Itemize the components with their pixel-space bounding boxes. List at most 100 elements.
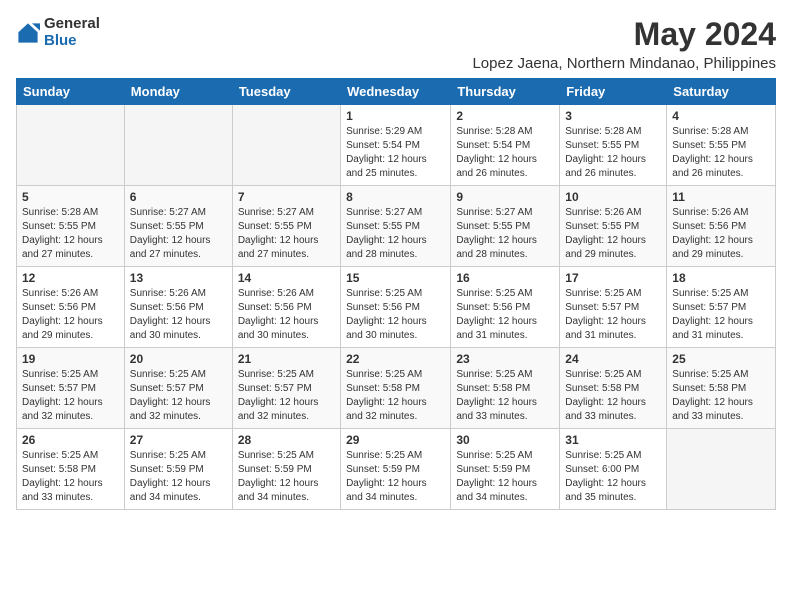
day-info: Sunrise: 5:27 AM Sunset: 5:55 PM Dayligh… (238, 206, 335, 262)
calendar-week-row: 12 Sunrise: 5:26 AM Sunset: 5:56 PM Dayli… (17, 267, 776, 348)
day-number: 10 (565, 190, 661, 204)
calendar-header-thursday: Thursday (451, 79, 560, 105)
day-info: Sunrise: 5:29 AM Sunset: 5:54 PM Dayligh… (346, 125, 445, 181)
calendar-week-row: 1 Sunrise: 5:29 AM Sunset: 5:54 PM Daylig… (17, 105, 776, 186)
day-number: 28 (238, 433, 335, 447)
calendar-cell: 20 Sunrise: 5:25 AM Sunset: 5:57 PM Dayli… (124, 348, 232, 429)
day-number: 8 (346, 190, 445, 204)
day-number: 6 (130, 190, 227, 204)
calendar-cell: 28 Sunrise: 5:25 AM Sunset: 5:59 PM Dayli… (232, 429, 340, 510)
day-number: 11 (672, 190, 770, 204)
day-number: 31 (565, 433, 661, 447)
day-info: Sunrise: 5:25 AM Sunset: 5:59 PM Dayligh… (130, 449, 227, 505)
day-number: 21 (238, 352, 335, 366)
day-number: 17 (565, 271, 661, 285)
calendar-cell: 21 Sunrise: 5:25 AM Sunset: 5:57 PM Dayli… (232, 348, 340, 429)
day-info: Sunrise: 5:28 AM Sunset: 5:55 PM Dayligh… (565, 125, 661, 181)
calendar-header-saturday: Saturday (667, 79, 776, 105)
day-info: Sunrise: 5:25 AM Sunset: 5:56 PM Dayligh… (346, 287, 445, 343)
calendar-table: SundayMondayTuesdayWednesdayThursdayFrid… (16, 78, 776, 510)
day-info: Sunrise: 5:25 AM Sunset: 5:57 PM Dayligh… (238, 368, 335, 424)
calendar-cell: 12 Sunrise: 5:26 AM Sunset: 5:56 PM Dayli… (17, 267, 125, 348)
calendar-cell: 13Sunrise: 5:26 AM Sunset: 5:56 PM Dayli… (124, 267, 232, 348)
day-info: Sunrise: 5:25 AM Sunset: 5:58 PM Dayligh… (565, 368, 661, 424)
day-number: 9 (456, 190, 554, 204)
calendar-cell: 6 Sunrise: 5:27 AM Sunset: 5:55 PM Daylig… (124, 186, 232, 267)
calendar-week-row: 26Sunrise: 5:25 AM Sunset: 5:58 PM Dayli… (17, 429, 776, 510)
logo-blue-text: Blue (44, 33, 100, 50)
calendar-cell: 29 Sunrise: 5:25 AM Sunset: 5:59 PM Dayli… (341, 429, 451, 510)
day-number: 24 (565, 352, 661, 366)
calendar-week-row: 19Sunrise: 5:25 AM Sunset: 5:57 PM Dayli… (17, 348, 776, 429)
logo-icon (16, 21, 40, 45)
day-info: Sunrise: 5:26 AM Sunset: 5:56 PM Dayligh… (130, 287, 227, 343)
day-info: Sunrise: 5:28 AM Sunset: 5:55 PM Dayligh… (22, 206, 119, 262)
day-number: 20 (130, 352, 227, 366)
day-number: 30 (456, 433, 554, 447)
calendar-cell: 8 Sunrise: 5:27 AM Sunset: 5:55 PM Daylig… (341, 186, 451, 267)
day-info: Sunrise: 5:26 AM Sunset: 5:56 PM Dayligh… (22, 287, 119, 343)
calendar-header-monday: Monday (124, 79, 232, 105)
calendar-cell (17, 105, 125, 186)
day-number: 12 (22, 271, 119, 285)
calendar-header-sunday: Sunday (17, 79, 125, 105)
day-number: 22 (346, 352, 445, 366)
day-number: 5 (22, 190, 119, 204)
day-info: Sunrise: 5:25 AM Sunset: 5:57 PM Dayligh… (22, 368, 119, 424)
calendar-header-tuesday: Tuesday (232, 79, 340, 105)
day-info: Sunrise: 5:26 AM Sunset: 5:56 PM Dayligh… (238, 287, 335, 343)
calendar-cell: 31Sunrise: 5:25 AM Sunset: 6:00 PM Dayli… (560, 429, 667, 510)
day-info: Sunrise: 5:27 AM Sunset: 5:55 PM Dayligh… (456, 206, 554, 262)
day-info: Sunrise: 5:28 AM Sunset: 5:55 PM Dayligh… (672, 125, 770, 181)
calendar-cell: 16 Sunrise: 5:25 AM Sunset: 5:56 PM Dayli… (451, 267, 560, 348)
calendar-cell: 19Sunrise: 5:25 AM Sunset: 5:57 PM Dayli… (17, 348, 125, 429)
day-info: Sunrise: 5:27 AM Sunset: 5:55 PM Dayligh… (346, 206, 445, 262)
day-info: Sunrise: 5:27 AM Sunset: 5:55 PM Dayligh… (130, 206, 227, 262)
day-number: 4 (672, 109, 770, 123)
calendar-cell: 30 Sunrise: 5:25 AM Sunset: 5:59 PM Dayli… (451, 429, 560, 510)
title-section: May 2024 Lopez Jaena, Northern Mindanao,… (472, 16, 776, 72)
day-number: 25 (672, 352, 770, 366)
day-number: 27 (130, 433, 227, 447)
day-number: 18 (672, 271, 770, 285)
calendar-week-row: 5 Sunrise: 5:28 AM Sunset: 5:55 PM Daylig… (17, 186, 776, 267)
day-info: Sunrise: 5:25 AM Sunset: 5:58 PM Dayligh… (346, 368, 445, 424)
calendar-cell: 3 Sunrise: 5:28 AM Sunset: 5:55 PM Daylig… (560, 105, 667, 186)
calendar-cell: 17Sunrise: 5:25 AM Sunset: 5:57 PM Dayli… (560, 267, 667, 348)
calendar-title: May 2024 (472, 16, 776, 53)
calendar-cell: 1 Sunrise: 5:29 AM Sunset: 5:54 PM Daylig… (341, 105, 451, 186)
calendar-cell: 11 Sunrise: 5:26 AM Sunset: 5:56 PM Dayli… (667, 186, 776, 267)
day-info: Sunrise: 5:28 AM Sunset: 5:54 PM Dayligh… (456, 125, 554, 181)
day-info: Sunrise: 5:26 AM Sunset: 5:55 PM Dayligh… (565, 206, 661, 262)
calendar-cell: 2 Sunrise: 5:28 AM Sunset: 5:54 PM Daylig… (451, 105, 560, 186)
calendar-cell: 4 Sunrise: 5:28 AM Sunset: 5:55 PM Daylig… (667, 105, 776, 186)
day-number: 23 (456, 352, 554, 366)
day-info: Sunrise: 5:26 AM Sunset: 5:56 PM Dayligh… (672, 206, 770, 262)
day-number: 1 (346, 109, 445, 123)
calendar-header-row: SundayMondayTuesdayWednesdayThursdayFrid… (17, 79, 776, 105)
day-info: Sunrise: 5:25 AM Sunset: 5:57 PM Dayligh… (130, 368, 227, 424)
calendar-cell (232, 105, 340, 186)
logo-text: General Blue (44, 16, 100, 49)
day-number: 29 (346, 433, 445, 447)
day-info: Sunrise: 5:25 AM Sunset: 5:58 PM Dayligh… (672, 368, 770, 424)
calendar-cell: 15 Sunrise: 5:25 AM Sunset: 5:56 PM Dayli… (341, 267, 451, 348)
calendar-cell: 7Sunrise: 5:27 AM Sunset: 5:55 PM Daylig… (232, 186, 340, 267)
day-number: 2 (456, 109, 554, 123)
day-number: 3 (565, 109, 661, 123)
calendar-cell: 9 Sunrise: 5:27 AM Sunset: 5:55 PM Daylig… (451, 186, 560, 267)
logo-general-text: General (44, 16, 100, 33)
day-number: 14 (238, 271, 335, 285)
calendar-cell: 23Sunrise: 5:25 AM Sunset: 5:58 PM Dayli… (451, 348, 560, 429)
day-number: 15 (346, 271, 445, 285)
calendar-cell: 5 Sunrise: 5:28 AM Sunset: 5:55 PM Daylig… (17, 186, 125, 267)
day-info: Sunrise: 5:25 AM Sunset: 5:59 PM Dayligh… (346, 449, 445, 505)
day-info: Sunrise: 5:25 AM Sunset: 5:59 PM Dayligh… (238, 449, 335, 505)
day-info: Sunrise: 5:25 AM Sunset: 5:56 PM Dayligh… (456, 287, 554, 343)
calendar-cell: 26Sunrise: 5:25 AM Sunset: 5:58 PM Dayli… (17, 429, 125, 510)
day-number: 16 (456, 271, 554, 285)
day-info: Sunrise: 5:25 AM Sunset: 5:59 PM Dayligh… (456, 449, 554, 505)
page-header: General Blue May 2024 Lopez Jaena, North… (16, 16, 776, 72)
day-info: Sunrise: 5:25 AM Sunset: 5:58 PM Dayligh… (22, 449, 119, 505)
calendar-cell: 27 Sunrise: 5:25 AM Sunset: 5:59 PM Dayli… (124, 429, 232, 510)
